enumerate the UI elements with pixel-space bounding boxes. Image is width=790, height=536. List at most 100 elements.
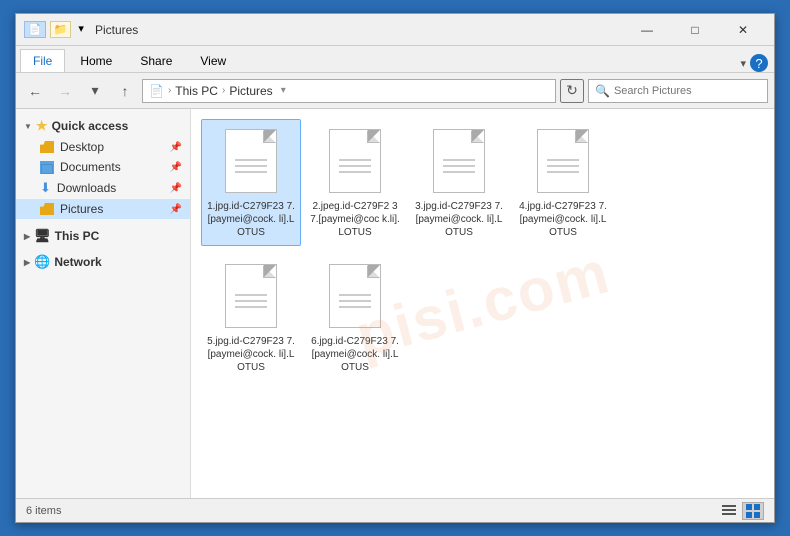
line2 <box>235 165 267 167</box>
sidebar-section-quick-access[interactable]: ▼ ★ Quick access <box>16 115 190 137</box>
path-sep2: › <box>222 85 225 96</box>
tab-file[interactable]: File <box>20 49 65 72</box>
line1 <box>235 159 267 161</box>
close-button[interactable]: ✕ <box>720 16 766 44</box>
sidebar-item-downloads[interactable]: ⬇ Downloads 📌 <box>16 177 190 199</box>
file-page-2 <box>329 129 381 193</box>
file-item-5[interactable]: 5.jpg.id-C279F23 7.[paymei@cock. li].LOT… <box>201 254 301 381</box>
ribbon-tabs: File Home Share View ▾ ? <box>16 46 774 72</box>
maximize-button[interactable]: □ <box>672 16 718 44</box>
sidebar-desktop-label: Desktop <box>60 140 104 154</box>
qat-folder-icon[interactable]: 📁 <box>50 21 72 38</box>
back-button[interactable]: ← <box>22 79 48 103</box>
recent-locations-button[interactable]: ▾ <box>82 79 108 103</box>
file-item-3[interactable]: 3.jpg.id-C279F23 7.[paymei@cock. li].LOT… <box>409 119 509 246</box>
grid-view-button[interactable] <box>742 502 764 520</box>
window-title: Pictures <box>95 23 624 37</box>
quick-access-chevron: ▼ <box>24 122 32 131</box>
list-view-icon <box>722 504 736 518</box>
file-icon-1 <box>221 126 281 196</box>
sidebar-section-network[interactable]: ▶ 🌐 Network <box>16 251 190 273</box>
sidebar: ▼ ★ Quick access Desktop 📌 Documents 📌 ⬇… <box>16 109 191 498</box>
qat-icon1[interactable]: 📄 <box>24 21 46 38</box>
status-bar: 6 items <box>16 498 774 522</box>
file-item-4[interactable]: 4.jpg.id-C279F23 7.[paymei@cock. li].LOT… <box>513 119 613 246</box>
path-thispc[interactable]: This PC <box>175 84 218 98</box>
desktop-pin-icon: 📌 <box>170 142 182 153</box>
status-count: 6 items <box>26 505 61 517</box>
file-page-4 <box>537 129 589 193</box>
up-button[interactable]: ↑ <box>112 79 138 103</box>
line1 <box>443 159 475 161</box>
file-name-2: 2.jpeg.id-C279F2 37.[paymei@coc k.li].LO… <box>310 200 400 239</box>
refresh-button[interactable]: ↻ <box>560 79 584 103</box>
file-item-2[interactable]: 2.jpeg.id-C279F2 37.[paymei@coc k.li].LO… <box>305 119 405 246</box>
file-name-3: 3.jpg.id-C279F23 7.[paymei@cock. li].LOT… <box>414 200 504 239</box>
pictures-folder-icon <box>40 203 54 215</box>
line1 <box>339 159 371 161</box>
grid-view-icon <box>746 504 760 518</box>
network-icon: 🌐 <box>34 254 50 270</box>
line2 <box>235 300 267 302</box>
title-bar: 📄 📁 ▾ Pictures — □ ✕ <box>16 14 774 46</box>
file-name-1: 1.jpg.id-C279F23 7.[paymei@cock. li].LOT… <box>206 200 296 239</box>
search-input[interactable] <box>614 85 761 97</box>
sidebar-section-thispc[interactable]: ▶ 🖥 This PC <box>16 225 190 247</box>
file-page-6 <box>329 264 381 328</box>
network-chevron: ▶ <box>24 258 30 267</box>
line3 <box>235 306 267 308</box>
network-label: Network <box>54 255 101 269</box>
file-item-1[interactable]: 1.jpg.id-C279F23 7.[paymei@cock. li].LOT… <box>201 119 301 246</box>
thispc-icon: 🖥 <box>34 228 51 244</box>
path-bar[interactable]: 📄 › This PC › Pictures ▾ <box>142 79 556 103</box>
explorer-window: 📄 📁 ▾ Pictures — □ ✕ File Home Share Vie… <box>15 13 775 523</box>
search-icon: 🔍 <box>595 84 610 98</box>
path-dropdown-icon[interactable]: ▾ <box>281 85 286 96</box>
list-view-button[interactable] <box>718 502 740 520</box>
quick-access-label: Quick access <box>52 119 129 133</box>
file-lines-5 <box>235 294 267 308</box>
line3 <box>339 306 371 308</box>
desktop-folder-icon <box>40 141 54 153</box>
search-bar[interactable]: 🔍 <box>588 79 768 103</box>
view-buttons <box>718 502 764 520</box>
qat-dropdown[interactable]: ▾ <box>75 21 87 38</box>
file-page-5 <box>225 264 277 328</box>
file-name-6: 6.jpg.id-C279F23 7.[paymei@cock. li].LOT… <box>310 335 400 374</box>
sidebar-item-desktop[interactable]: Desktop 📌 <box>16 137 190 157</box>
ribbon-collapse-icon[interactable]: ▾ <box>740 57 746 70</box>
line1 <box>339 294 371 296</box>
path-pictures[interactable]: Pictures <box>229 84 272 98</box>
file-icon-4 <box>533 126 593 196</box>
line2 <box>443 165 475 167</box>
quick-access-star-icon: ★ <box>36 118 48 134</box>
file-lines-2 <box>339 159 371 173</box>
minimize-button[interactable]: — <box>624 16 670 44</box>
file-icon-5 <box>221 261 281 331</box>
file-item-6[interactable]: 6.jpg.id-C279F23 7.[paymei@cock. li].LOT… <box>305 254 405 381</box>
downloads-pin-icon: 📌 <box>170 183 182 194</box>
documents-icon <box>40 161 54 174</box>
sidebar-item-pictures[interactable]: Pictures 📌 <box>16 199 190 219</box>
file-lines-6 <box>339 294 371 308</box>
line3 <box>339 171 371 173</box>
documents-pin-icon: 📌 <box>170 162 182 173</box>
main-content: ▼ ★ Quick access Desktop 📌 Documents 📌 ⬇… <box>16 109 774 498</box>
file-lines-1 <box>235 159 267 173</box>
tab-share[interactable]: Share <box>127 49 185 72</box>
file-lines-3 <box>443 159 475 173</box>
sidebar-item-documents[interactable]: Documents 📌 <box>16 157 190 177</box>
line1 <box>235 294 267 296</box>
file-icon-6 <box>325 261 385 331</box>
forward-button[interactable]: → <box>52 79 78 103</box>
sidebar-documents-label: Documents <box>60 160 121 174</box>
address-bar: ← → ▾ ↑ 📄 › This PC › Pictures ▾ ↻ 🔍 <box>16 73 774 109</box>
tab-home[interactable]: Home <box>67 49 125 72</box>
line3 <box>547 171 579 173</box>
path-sep1: › <box>168 85 171 96</box>
window-controls: — □ ✕ <box>624 16 766 44</box>
file-icon-2 <box>325 126 385 196</box>
help-icon[interactable]: ? <box>750 54 768 72</box>
tab-view[interactable]: View <box>187 49 239 72</box>
file-name-5: 5.jpg.id-C279F23 7.[paymei@cock. li].LOT… <box>206 335 296 374</box>
